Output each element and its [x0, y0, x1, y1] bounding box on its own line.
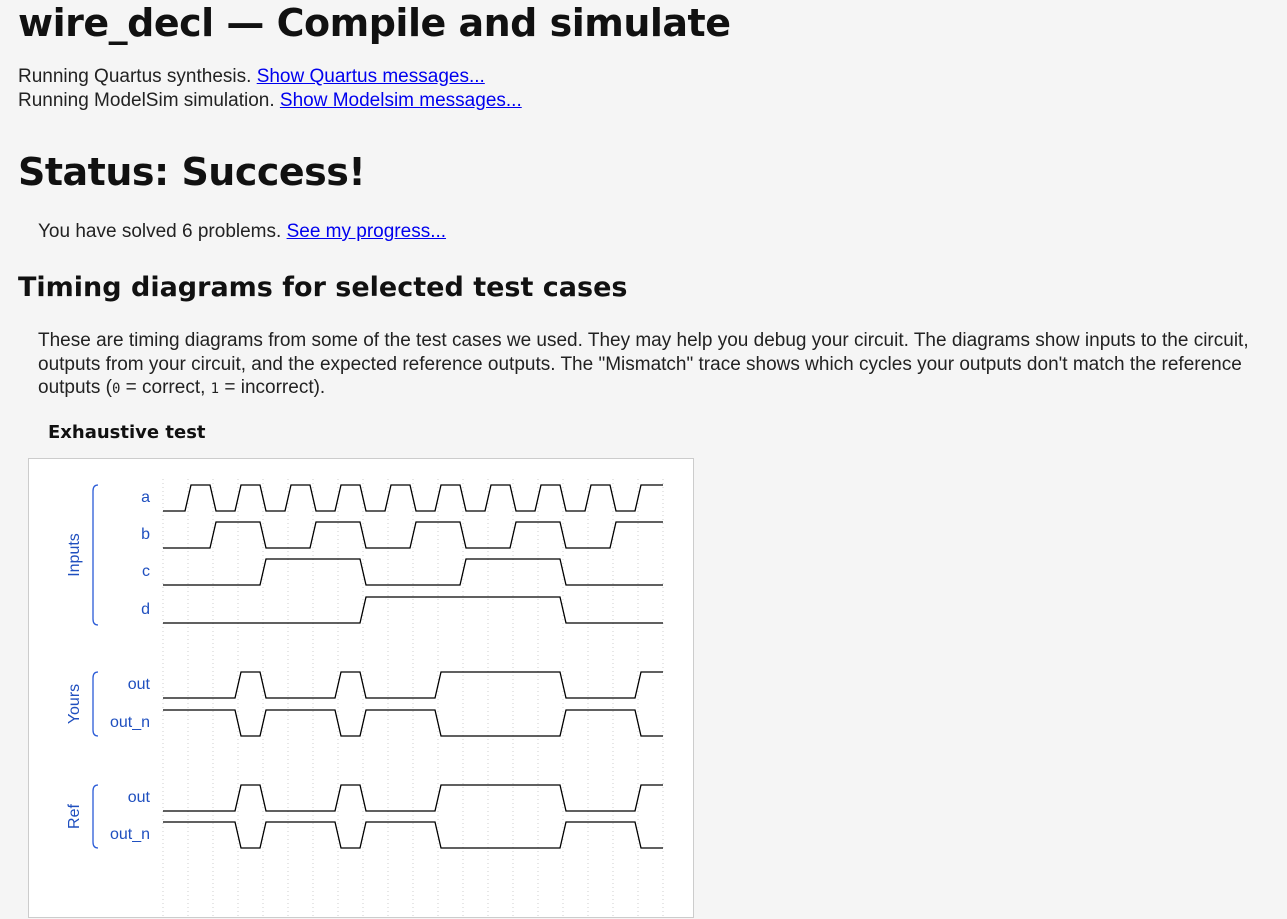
page: wire_decl — Compile and simulate Running…: [0, 0, 1287, 919]
modelsim-status-line: Running ModelSim simulation. Show Models…: [18, 89, 522, 113]
timing-description: These are timing diagrams from some of t…: [38, 329, 1278, 402]
group-bracket: [92, 671, 99, 737]
modelsim-status-text: Running ModelSim simulation.: [18, 90, 275, 111]
test-case-title: Exhaustive test: [48, 422, 206, 443]
timing-diagram-svg: InputsYoursRefabcdoutout_noutout_n: [66, 479, 664, 919]
group-bracket: [92, 784, 99, 849]
timing-diagram: Inputs Yours Ref a b c d out out_n out out_n: [28, 458, 694, 919]
signal-label: d: [141, 601, 150, 618]
progress-line: You have solved 6 problems. See my progr…: [38, 220, 446, 244]
group-bracket: [92, 484, 99, 626]
signal-label: b: [141, 526, 150, 543]
signal-label: a: [141, 489, 150, 506]
group-label: Yours: [66, 684, 83, 724]
signal-label: c: [142, 563, 150, 580]
quartus-status-line: Running Quartus synthesis. Show Quartus …: [18, 65, 485, 89]
timing-heading: Timing diagrams for selected test cases: [18, 272, 628, 303]
signal-label: out_n: [110, 826, 150, 843]
status-heading: Status: Success!: [18, 150, 366, 194]
signal-label: out_n: [110, 714, 150, 731]
group-label: Ref: [66, 804, 83, 829]
page-title: wire_decl — Compile and simulate: [18, 1, 731, 45]
show-quartus-messages-link[interactable]: Show Quartus messages...: [257, 66, 485, 87]
solved-count-text: You have solved 6 problems.: [38, 221, 282, 242]
signal-label: out: [128, 789, 151, 806]
incorrect-code: 1: [210, 381, 220, 397]
timing-description-part-3: = incorrect).: [219, 377, 326, 398]
group-label: Inputs: [66, 533, 83, 577]
timing-description-part-2: = correct,: [120, 377, 211, 398]
see-progress-link[interactable]: See my progress...: [287, 221, 446, 242]
quartus-status-text: Running Quartus synthesis.: [18, 66, 252, 87]
show-modelsim-messages-link[interactable]: Show Modelsim messages...: [280, 90, 522, 111]
signal-trace: [163, 558, 663, 586]
signal-label: out: [128, 676, 151, 693]
